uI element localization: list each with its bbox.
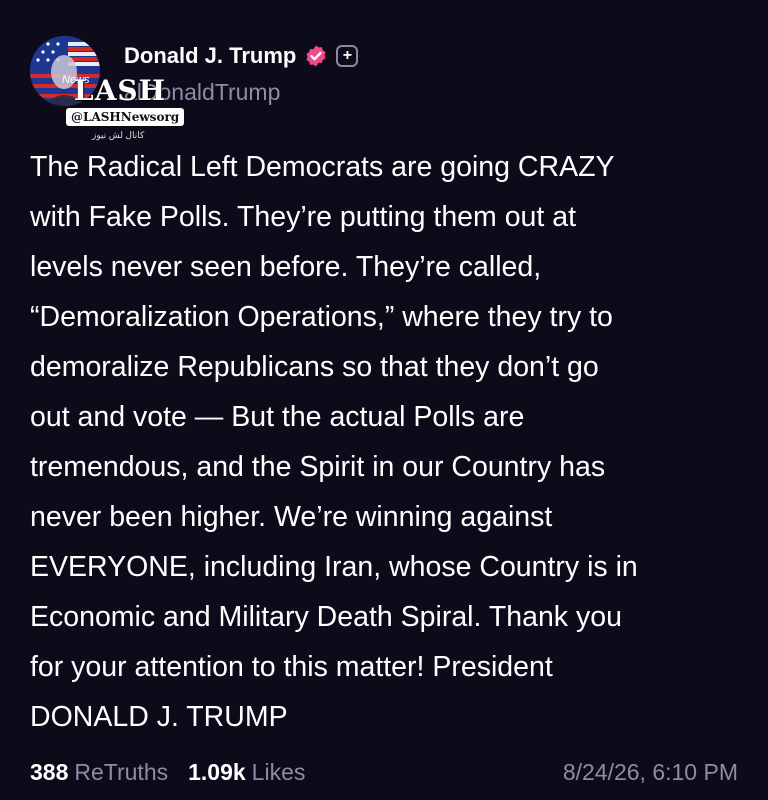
retruths-label[interactable]: ReTruths xyxy=(74,759,168,786)
post-text: The Radical Left Democrats are going CRA… xyxy=(30,151,638,733)
author-row: Donald J. Trump + xyxy=(124,40,359,72)
verified-badge-icon xyxy=(304,44,328,68)
author-display-name[interactable]: Donald J. Trump xyxy=(124,43,296,69)
likes-label[interactable]: Likes xyxy=(252,759,306,786)
watermark-logo: LASH xyxy=(74,74,167,107)
post-stats: 388 ReTruths 1.09k Likes xyxy=(30,759,325,786)
watermark-subtitle: کانال لش نیوز xyxy=(92,130,145,140)
watermark-overlay: News LASH @LASHNewsorg کانال لش نیوز xyxy=(62,70,212,146)
follow-plus-button[interactable]: + xyxy=(336,45,359,67)
post-timestamp[interactable]: 8/24/26, 6:10 PM xyxy=(563,759,738,786)
retruths-count[interactable]: 388 xyxy=(30,759,68,786)
plus-icon: + xyxy=(342,47,353,64)
post-card: Donald J. Trump + alDonaldTrump News LAS… xyxy=(0,0,768,800)
likes-count[interactable]: 1.09k xyxy=(188,759,246,786)
watermark-badge: @LASHNewsorg xyxy=(66,108,185,126)
